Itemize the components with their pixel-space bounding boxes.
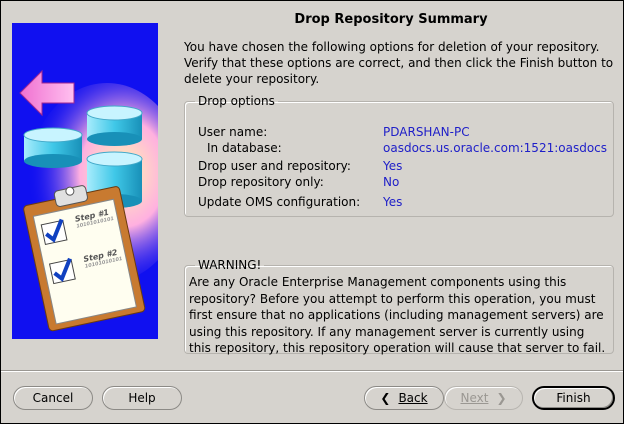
drop-user-repo-label: Drop user and repository: (198, 159, 351, 173)
warning-legend: WARNING! (198, 258, 262, 272)
warning-text: Are any Oracle Enterprise Management com… (189, 275, 606, 355)
cancel-button[interactable]: Cancel (13, 386, 93, 410)
repository-illustration-icon (19, 69, 158, 332)
next-chevron-icon: ❯ (496, 391, 507, 405)
warning-group: WARNING! Are any Oracle Enterprise Manag… (184, 258, 614, 355)
database-label: In database: (207, 141, 282, 155)
back-button[interactable]: ❮ Back (364, 386, 444, 410)
back-chevron-icon: ❮ (380, 391, 391, 405)
drop-options-group: Drop options User name: PDARSHAN-PC In d… (184, 94, 614, 217)
finish-button-label: Finish (556, 391, 591, 405)
update-oms-value: Yes (383, 195, 403, 209)
drop-repo-only-value: No (383, 175, 400, 189)
wizard-illustration: Step #1 10101010101 Step #2 10101010101 (12, 23, 158, 339)
drop-repository-wizard: Step #1 10101010101 Step #2 10101010101 … (0, 0, 624, 424)
back-button-label: Back (398, 391, 428, 405)
intro-text: You have chosen the following options fo… (184, 40, 614, 86)
user-name-label: User name: (198, 125, 268, 139)
drop-options-legend: Drop options (198, 94, 275, 108)
button-bar-separator (1, 370, 623, 372)
update-oms-label: Update OMS configuration: (198, 195, 361, 209)
help-button[interactable]: Help (102, 386, 182, 410)
next-button-label: Next (460, 391, 489, 405)
page-title: Drop Repository Summary (294, 12, 488, 27)
help-button-label: Help (128, 391, 156, 405)
next-button[interactable]: Next ❯ (444, 386, 523, 410)
database-value: oasdocs.us.oracle.com:1521:oasdocs (383, 141, 608, 155)
finish-button[interactable]: Finish (532, 386, 615, 410)
cancel-button-label: Cancel (32, 391, 74, 405)
drop-user-repo-value: Yes (383, 159, 403, 173)
drop-repo-only-label: Drop repository only: (198, 175, 324, 189)
user-name-value: PDARSHAN-PC (383, 125, 470, 139)
